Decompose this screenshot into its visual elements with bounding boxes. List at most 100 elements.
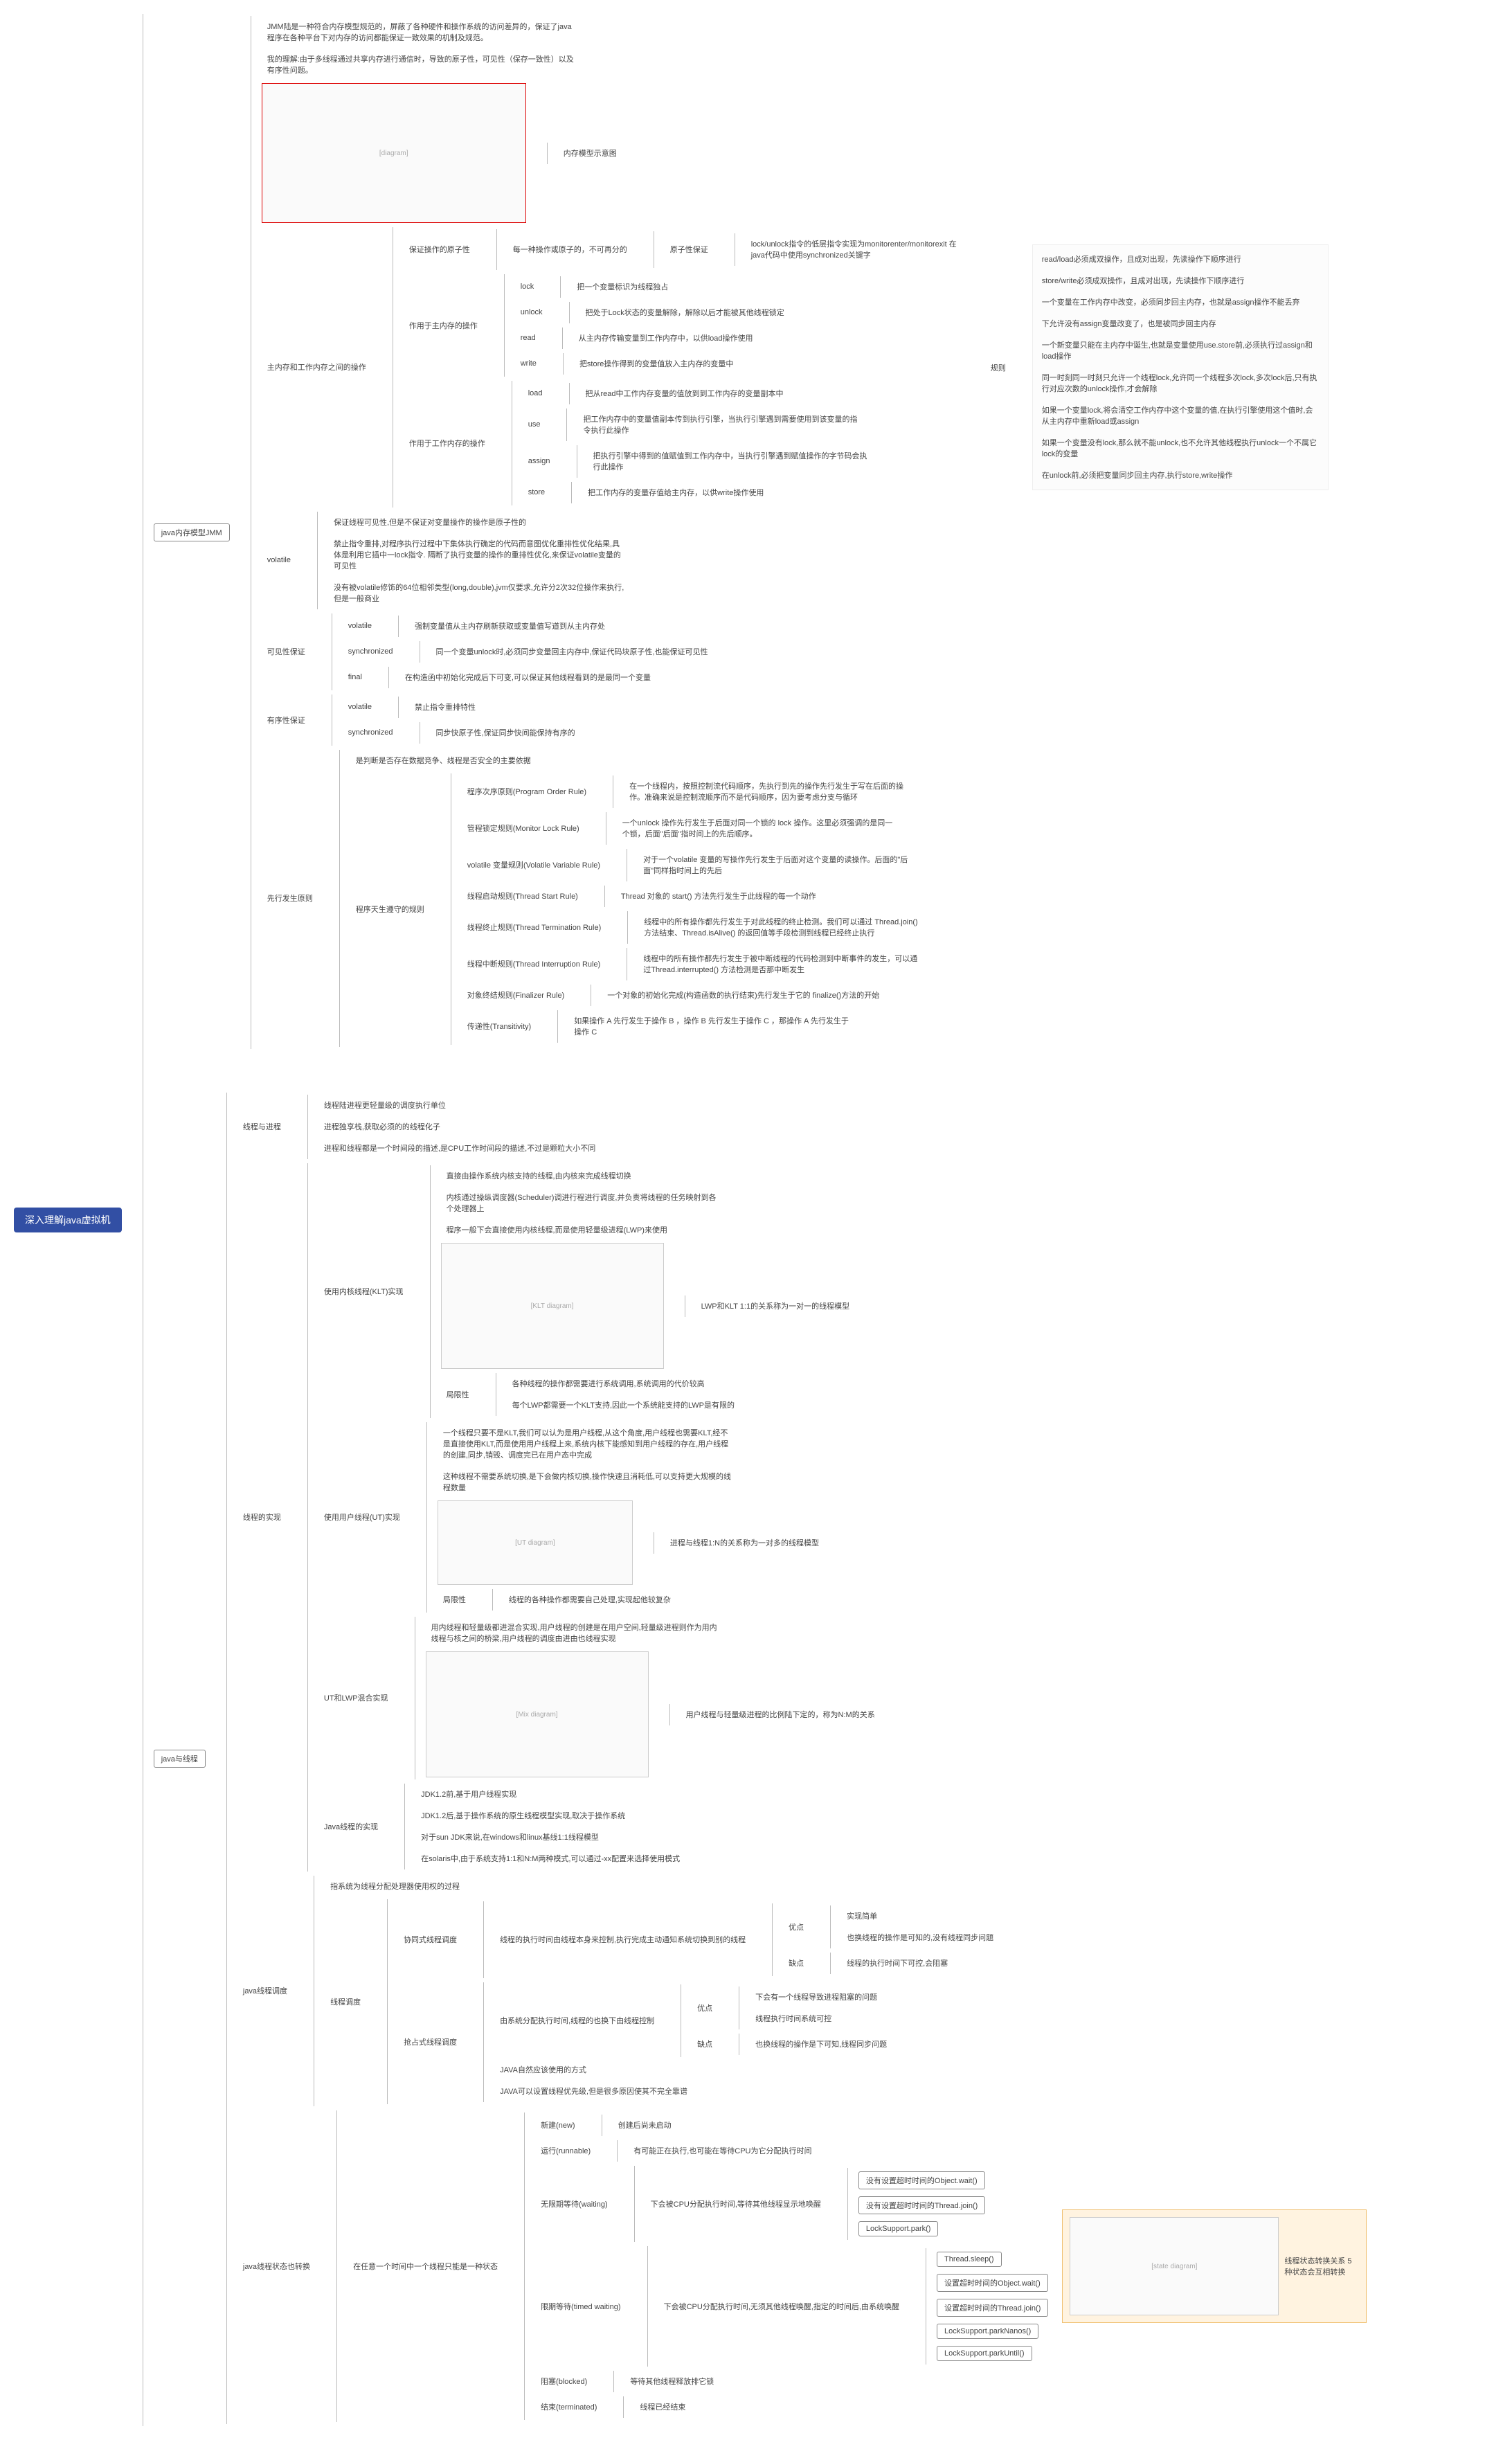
hb-r8-n: 传递性(Transitivity) — [462, 1018, 537, 1035]
ut-dis-label: 局限性 — [438, 1591, 471, 1608]
mindmap-root: 深入理解java虚拟机 java内存模型JMM JMM陆是一种符合内存模型规范的… — [14, 14, 1512, 2426]
volatile-title: volatile — [262, 553, 296, 568]
vis-volatile: volatile — [343, 619, 377, 634]
coop-t: 线程的执行时间由线程本身来控制,执行完成主动通知系统切换到别的线程 — [494, 1931, 751, 1948]
ord-sync: synchronized — [343, 726, 399, 740]
jmm-desc2: 我的理解:由于多线程通过共享内存进行通信时，导致的原子性，可见性（保存一致性）以… — [262, 51, 584, 79]
thread-title: java与线程 — [154, 1750, 206, 1768]
state-block-t: 等待其他线程释放排它锁 — [624, 2373, 719, 2390]
state-diagram: [state diagram] — [1070, 2217, 1279, 2315]
klt-dis-title: 局限性 — [441, 1386, 475, 1403]
state-run-t: 有可能正在执行,也可能在等待CPU为它分配执行时间 — [628, 2142, 817, 2160]
op-read: read — [515, 331, 541, 346]
rule-4: 下允许没有assign变量改变了，也是被同步回主内存 — [1036, 315, 1222, 332]
state-term: 结束(terminated) — [535, 2398, 602, 2416]
state-new-t: 创建后尚未启动 — [613, 2117, 677, 2134]
tp-t3: 进程和线程都是一个时间段的描述,是CPU工作时间段的描述,不过是颗粒大小不同 — [318, 1140, 601, 1157]
state-desc: 在任意一个时间中一个线程只能是一种状态 — [348, 2258, 503, 2275]
tp-t2: 进程独享栈,获取必须的的线程化子 — [318, 1118, 446, 1136]
vis-final: final — [343, 670, 368, 685]
hb-r6-n: 线程中断规则(Thread Interruption Rule) — [462, 956, 606, 973]
op-load: load — [523, 386, 548, 401]
mem-ops-title: 主内存和工作内存之间的操作 — [262, 359, 372, 376]
vis-sync: synchronized — [343, 645, 399, 659]
atomic-c2: lock/unlock指令的低层指令实现为monitorenter/monito… — [746, 235, 964, 264]
happens-before-title: 先行发生原则 — [262, 890, 318, 907]
jmm-diagram-image: [diagram] — [262, 83, 526, 223]
coop-n: 协同式线程调度 — [398, 1931, 462, 1948]
jmm-branch: java内存模型JMM JMM陆是一种符合内存模型规范的，屏蔽了各种硬件和操作系… — [154, 16, 1367, 1049]
ut-title: 使用用户线程(UT)实现 — [318, 1509, 406, 1526]
op-assign: assign — [523, 454, 556, 469]
mix-title: UT和LWP混合实现 — [318, 1689, 394, 1707]
hb-r2-n: 管程锁定规则(Monitor Lock Rule) — [462, 820, 585, 837]
volatile-t1: 保证线程可见性,但是不保证对变量操作的操作是原子性的 — [328, 514, 532, 531]
write-desc: 把store操作得到的变量值放入主内存的变量中 — [574, 355, 739, 373]
preempt-dis: 缺点 — [692, 2036, 718, 2053]
hb-r4-n: 线程启动规则(Thread Start Rule) — [462, 888, 584, 905]
ut-t2: 这种线程不需要系统切换,是下会做内核切换,操作快速且消耗低,可以支持更大规模的线… — [438, 1468, 739, 1496]
rules-container: 规则 — [985, 362, 1011, 373]
rule-7: 如果一个变量lock,将会清空工作内存中这个变量的值,在执行引擎使用这个值时,会… — [1036, 402, 1324, 430]
wait-m3: LockSupport.park() — [858, 2221, 939, 2236]
twait-m1: Thread.sleep() — [937, 2252, 1002, 2267]
ut-img-caption: 进程与线程1:N的关系称为一对多的线程模型 — [665, 1534, 825, 1552]
ut-dis: 线程的各种操作都需要自己处理,实现起他较复杂 — [503, 1591, 676, 1608]
jmm-desc1: JMM陆是一种符合内存模型规范的，屏蔽了各种硬件和操作系统的访问差异的，保证了j… — [262, 18, 584, 46]
hb-r4-t: Thread 对象的 start() 方法先行发生于此线程的每一个动作 — [615, 888, 822, 905]
twait-m5: LockSupport.parkUntil() — [937, 2346, 1032, 2361]
ut-t1: 一个线程只要不是KLT,我们可以认为是用户线程,从这个角度,用户线程也需要KLT… — [438, 1424, 739, 1464]
rule-5: 一个新变量只能在主内存中诞生,也就是变量使用use.store前,必须执行过as… — [1036, 337, 1324, 365]
rule-3: 一个变量在工作内存中改变，必须同步回主内存，也就是assign操作不能丢弃 — [1036, 294, 1306, 311]
mix-t: 用内线程和轻量级都进混合实现,用户线程的创建是在用户空间,轻量级进程则作为用内线… — [426, 1619, 728, 1647]
java-impl-title: Java线程的实现 — [318, 1818, 384, 1836]
preempt-adv-t1: 下会有一个线程导致进程阻塞的问题 — [750, 1989, 883, 2006]
unlock-desc: 把处于Lock状态的变量解除，解除以后才能被其他线程锁定 — [580, 304, 790, 321]
klt-diagram: [KLT diagram] — [441, 1243, 664, 1369]
op-lock: lock — [515, 280, 540, 294]
mix-diagram: [Mix diagram] — [426, 1651, 649, 1777]
jmm-diagram-caption: 内存模型示意图 — [558, 145, 622, 162]
hb-r7-t: 一个对象的初始化完成(构造函数的执行结束)先行发生于它的 finalize()方… — [602, 987, 885, 1004]
volatile-t3: 没有被volatile修饰的64位相邻类型(long,double),jvm仅要… — [328, 579, 630, 607]
use-desc: 把工作内存中的变量值副本传到执行引擎，当执行引擎遇到需要使用到该变量的指令执行此… — [577, 411, 865, 439]
vis-final-desc: 在构造函中初始化完成后下可变,可以保证其他线程看到的是最同一个变量 — [399, 669, 656, 686]
klt-title: 使用内核线程(KLT)实现 — [318, 1283, 409, 1300]
volatile-t2: 禁止指令重排,对程序执行过程中下集体执行确定的代码而意图优化重排性优化结果,具体… — [328, 535, 630, 575]
op-write: write — [515, 357, 542, 371]
state-twait: 限期等待(timed waiting) — [535, 2298, 627, 2315]
state-run: 运行(runnable) — [535, 2142, 596, 2160]
preempt-adv: 优点 — [692, 2000, 718, 2017]
preempt-adv-t2: 线程执行时间系统可控 — [750, 2010, 837, 2027]
ord-volatile-desc: 禁止指令重排特性 — [409, 699, 481, 716]
ut-diagram: [UT diagram] — [438, 1500, 633, 1585]
preempt-dis-t: 也换线程的操作是下可知,线程同步问题 — [750, 2036, 892, 2053]
main-mem-ops: 作用于主内存的操作 — [404, 317, 483, 334]
state-block: 阻塞(blocked) — [535, 2373, 593, 2390]
store-desc: 把工作内存的变量存值给主内存，以供write操作使用 — [582, 484, 769, 501]
java-impl-t2: JDK1.2后,基于操作系统的原生线程模型实现,取决于操作系统 — [415, 1807, 631, 1824]
load-desc: 把从read中工作内存变量的值放到到工作内存的变量副本中 — [580, 385, 789, 402]
atomic-text: 每一种操作或原子的，不可再分的 — [507, 241, 633, 258]
preempt-t: 由系统分配执行时间,线程的也换下由线程控制 — [494, 2012, 660, 2029]
hb-r5-n: 线程终止规则(Thread Termination Rule) — [462, 919, 607, 936]
state-diagram-caption: 线程状态转换关系 5种状态会互相转换 — [1279, 2252, 1359, 2281]
twait-m2: 设置超时时间的Object.wait() — [937, 2274, 1048, 2292]
coop-adv: 优点 — [783, 1919, 809, 1936]
rule-2: store/write必须成双操作，且成对出现，先读操作下顺序进行 — [1036, 272, 1250, 289]
klt-dis-t2: 每个LWP都需要一个KLT支持,因此一个系统能支持的LWP是有限的 — [507, 1397, 740, 1414]
hb-r1-n: 程序次序原则(Program Order Rule) — [462, 783, 592, 800]
state-title: java线程状态也转换 — [237, 2258, 316, 2275]
vis-sync-desc: 同一个变量unlock时,必须同步变量回主内存中,保证代码块原子性,也能保证可见… — [431, 643, 714, 661]
assign-desc: 把执行引擎中得到的值赋值到工作内存中，当执行引擎遇到赋值操作的字节码会执行此操作 — [588, 447, 876, 476]
lock-desc: 把一个变量标识为线程独占 — [571, 278, 674, 296]
state-wait-t: 下会被CPU分配执行时间,等待其他线程显示地唤醒 — [645, 2196, 827, 2213]
rule-6: 同一时刻同一时刻只允许一个线程lock,允许同一个线程多次lock,多次lock… — [1036, 369, 1324, 397]
thread-impl-title: 线程的实现 — [237, 1509, 287, 1526]
visibility-title: 可见性保证 — [262, 643, 311, 661]
twait-m4: LockSupport.parkNanos() — [937, 2324, 1038, 2339]
coop-adv-t2: 也换线程的操作是可知的,没有线程同步问题 — [841, 1929, 999, 1946]
state-term-t: 线程已经结束 — [634, 2398, 691, 2416]
hb-r5-t: 线程中的所有操作都先行发生于对此线程的终止检测。我们可以通过 Thread.jo… — [638, 913, 926, 942]
hb-r2-t: 一个unlock 操作先行发生于后面对同一个锁的 lock 操作。这里必须强调的… — [617, 814, 905, 843]
